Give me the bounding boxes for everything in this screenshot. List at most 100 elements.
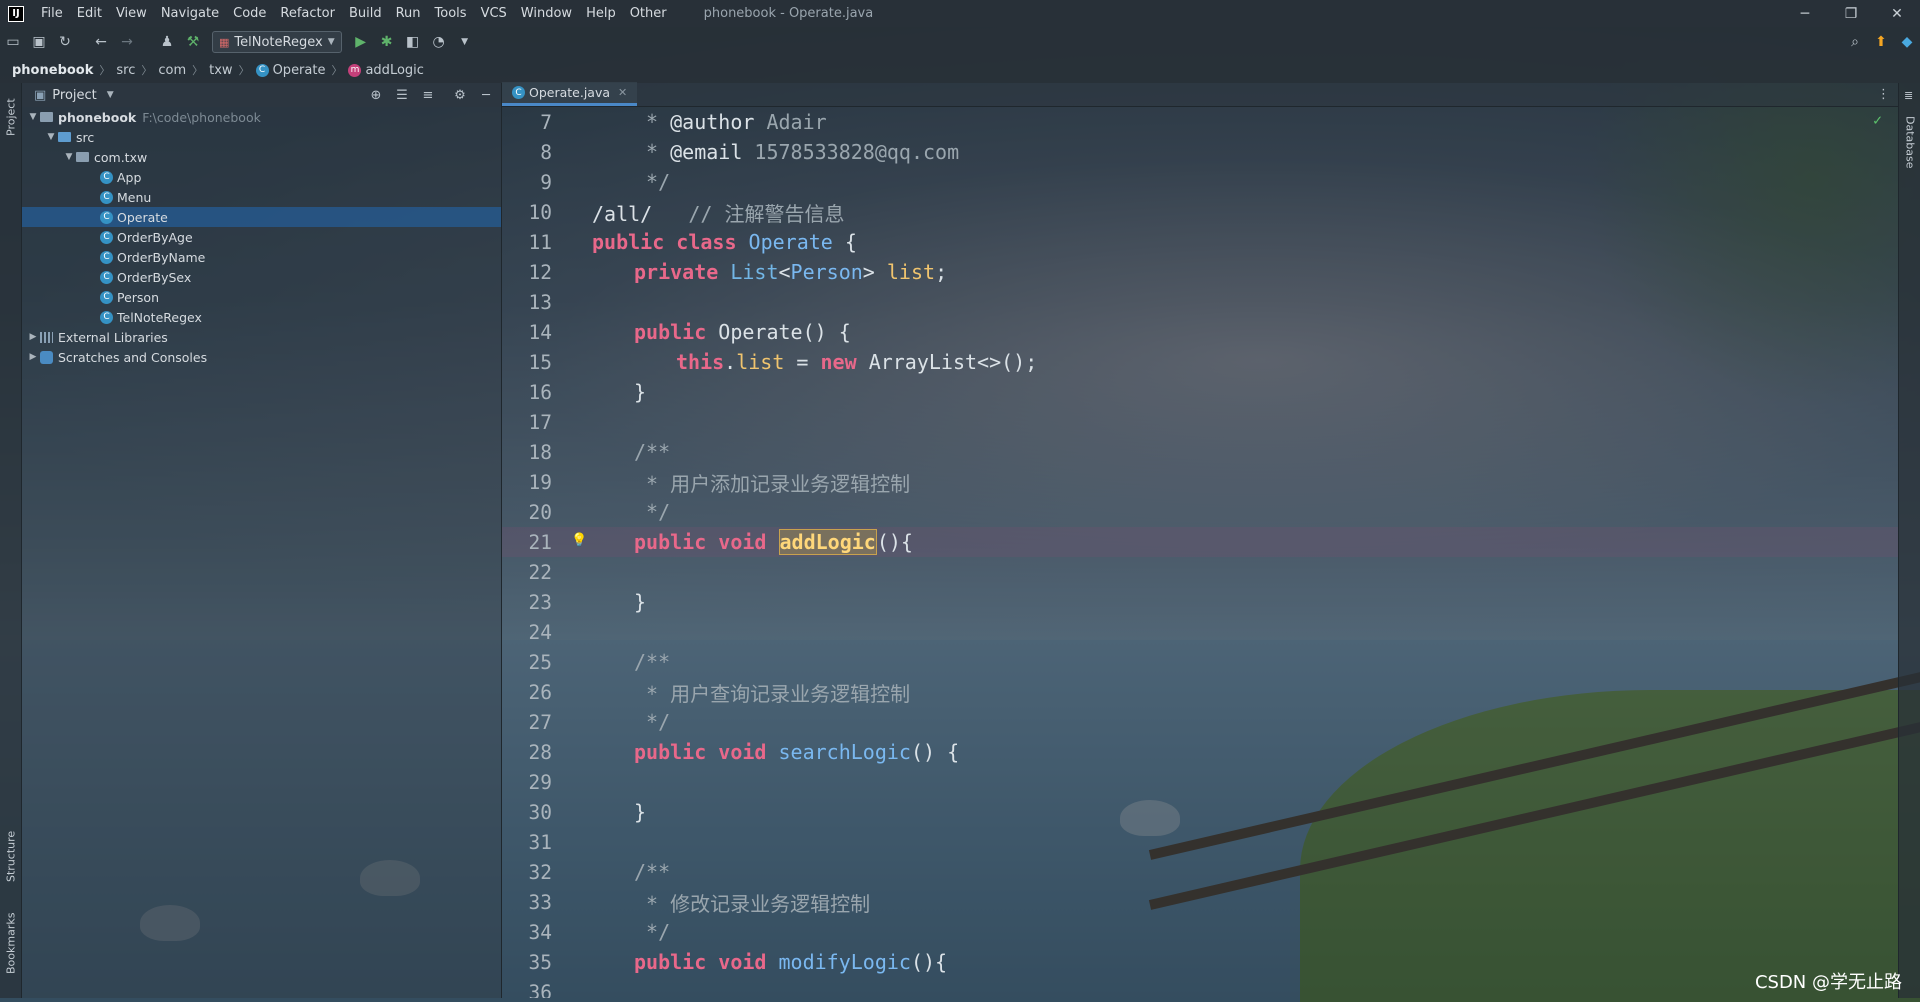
hide-icon[interactable]: ─ bbox=[477, 88, 495, 103]
gutter[interactable] bbox=[552, 167, 592, 197]
menu-file[interactable]: File bbox=[34, 6, 70, 21]
code-line[interactable]: 18 /** bbox=[502, 437, 1898, 467]
code-line[interactable]: 23} bbox=[502, 587, 1898, 617]
debug-icon[interactable]: ✱ bbox=[374, 29, 400, 55]
run-config-selector[interactable]: ▦ TelNoteRegex ▼ bbox=[212, 31, 342, 53]
tree-node-class[interactable]: C OrderByAge bbox=[22, 227, 501, 247]
collapse-all-icon[interactable]: ≡ bbox=[419, 88, 437, 103]
gutter[interactable] bbox=[552, 107, 592, 137]
gutter[interactable] bbox=[552, 137, 592, 167]
coverage-icon[interactable]: ◧ bbox=[400, 29, 426, 55]
more-vert-icon[interactable]: ⋮ bbox=[1877, 87, 1890, 102]
code-line[interactable]: 13 bbox=[502, 287, 1898, 317]
open-folder-icon[interactable]: ▭ bbox=[0, 29, 26, 55]
gutter[interactable]: 💡 bbox=[552, 527, 592, 557]
code-line[interactable]: 25 /** bbox=[502, 647, 1898, 677]
gutter[interactable] bbox=[552, 497, 592, 527]
menu-navigate[interactable]: Navigate bbox=[154, 6, 226, 21]
menu-code[interactable]: Code bbox=[226, 6, 273, 21]
save-icon[interactable]: ▣ bbox=[26, 29, 52, 55]
gutter[interactable] bbox=[552, 377, 592, 407]
gutter[interactable] bbox=[552, 257, 592, 287]
gutter[interactable] bbox=[552, 737, 592, 767]
tree-node-class[interactable]: C App bbox=[22, 167, 501, 187]
code-line[interactable]: 35 public void modifyLogic(){ bbox=[502, 947, 1898, 977]
code-line[interactable]: 14 public Operate() { bbox=[502, 317, 1898, 347]
menu-view[interactable]: View bbox=[109, 6, 154, 21]
restore-button[interactable]: ❐ bbox=[1828, 0, 1874, 27]
gutter[interactable] bbox=[552, 647, 592, 677]
tree-node-src[interactable]: ▼ src bbox=[22, 127, 501, 147]
tree-node-class-selected[interactable]: C Operate bbox=[22, 207, 501, 227]
tree-node-external-libraries[interactable]: ▶ External Libraries bbox=[22, 327, 501, 347]
chevron-down-icon[interactable]: ▼ bbox=[107, 90, 114, 100]
run-icon[interactable]: ▶ bbox=[348, 29, 374, 55]
gutter[interactable] bbox=[552, 797, 592, 827]
code-line[interactable]: 33 * 修改记录业务逻辑控制 bbox=[502, 887, 1898, 917]
gutter[interactable] bbox=[552, 677, 592, 707]
menu-edit[interactable]: Edit bbox=[70, 6, 109, 21]
chevron-down-icon[interactable]: ▼ bbox=[44, 132, 58, 142]
code-line[interactable]: 19 * 用户添加记录业务逻辑控制 bbox=[502, 467, 1898, 497]
code-line[interactable]: 31 bbox=[502, 827, 1898, 857]
gutter[interactable] bbox=[552, 437, 592, 467]
tree-node-class[interactable]: C Person bbox=[22, 287, 501, 307]
code-line[interactable]: 36 bbox=[502, 977, 1898, 999]
code-line[interactable]: 30} bbox=[502, 797, 1898, 827]
update-icon[interactable]: ⬆ bbox=[1868, 29, 1894, 55]
gutter[interactable] bbox=[552, 587, 592, 617]
tree-node-package[interactable]: ▼ com.txw bbox=[22, 147, 501, 167]
plugin-icon[interactable]: ◆ bbox=[1894, 29, 1920, 55]
gutter[interactable] bbox=[552, 197, 592, 227]
back-icon[interactable]: ← bbox=[88, 29, 114, 55]
code-line[interactable]: 7 * @author Adair bbox=[502, 107, 1898, 137]
code-line[interactable]: 17 bbox=[502, 407, 1898, 437]
tree-node-class[interactable]: C Menu bbox=[22, 187, 501, 207]
chevron-down-icon[interactable]: ▼ bbox=[26, 112, 40, 122]
tab-project[interactable]: Project bbox=[0, 87, 22, 147]
tab-operate-java[interactable]: C Operate.java ✕ bbox=[502, 82, 638, 106]
code-line[interactable]: 21 💡 public void addLogic(){ bbox=[502, 527, 1898, 557]
code-line[interactable]: 9 */ bbox=[502, 167, 1898, 197]
code-line[interactable]: 27 */ bbox=[502, 707, 1898, 737]
code-line[interactable]: 26 * 用户查询记录业务逻辑控制 bbox=[502, 677, 1898, 707]
gutter[interactable] bbox=[552, 767, 592, 797]
code-line[interactable]: 15 this.list = new ArrayList<>(); bbox=[502, 347, 1898, 377]
gutter[interactable] bbox=[552, 617, 592, 647]
code-line[interactable]: 10/all/ // 注解警告信息 bbox=[502, 197, 1898, 227]
menu-vcs[interactable]: VCS bbox=[474, 6, 514, 21]
tree-node-class[interactable]: C OrderByName bbox=[22, 247, 501, 267]
breadcrumb-src[interactable]: src bbox=[116, 63, 135, 78]
gutter[interactable] bbox=[552, 557, 592, 587]
gutter[interactable] bbox=[552, 947, 592, 977]
breadcrumb-class[interactable]: Operate bbox=[273, 63, 326, 78]
close-icon[interactable]: ✕ bbox=[618, 86, 627, 99]
profile-icon[interactable]: ◔ bbox=[426, 29, 452, 55]
code-line[interactable]: 34 */ bbox=[502, 917, 1898, 947]
gutter[interactable] bbox=[552, 287, 592, 317]
breadcrumb-com[interactable]: com bbox=[158, 63, 186, 78]
code-line[interactable]: 11 public class Operate { bbox=[502, 227, 1898, 257]
sync-icon[interactable]: ↻ bbox=[52, 29, 78, 55]
tree-node-class[interactable]: C TelNoteRegex bbox=[22, 307, 501, 327]
minimize-button[interactable]: ─ bbox=[1782, 0, 1828, 27]
code-line[interactable]: 22 bbox=[502, 557, 1898, 587]
code-line[interactable]: 16} bbox=[502, 377, 1898, 407]
code-area[interactable]: ✓ 7 * @author Adair 8 * @email 1578533828… bbox=[502, 107, 1898, 998]
expand-all-icon[interactable]: ☰ bbox=[393, 88, 411, 103]
menu-refactor[interactable]: Refactor bbox=[273, 6, 342, 21]
menu-run[interactable]: Run bbox=[389, 6, 428, 21]
code-line[interactable]: 32 /** bbox=[502, 857, 1898, 887]
forward-icon[interactable]: → bbox=[114, 29, 140, 55]
chevron-right-icon[interactable]: ▶ bbox=[26, 352, 40, 362]
gutter[interactable] bbox=[552, 407, 592, 437]
menu-tools[interactable]: Tools bbox=[428, 6, 474, 21]
breadcrumb-method[interactable]: addLogic bbox=[365, 63, 423, 78]
locate-icon[interactable]: ⊕ bbox=[367, 88, 385, 103]
gutter[interactable] bbox=[552, 467, 592, 497]
gutter[interactable] bbox=[552, 827, 592, 857]
tree-node-root[interactable]: ▼ phonebook F:\code\phonebook bbox=[22, 107, 501, 127]
menu-other[interactable]: Other bbox=[623, 6, 674, 21]
tree-node-class[interactable]: C OrderBySex bbox=[22, 267, 501, 287]
breadcrumb-txw[interactable]: txw bbox=[209, 63, 232, 78]
